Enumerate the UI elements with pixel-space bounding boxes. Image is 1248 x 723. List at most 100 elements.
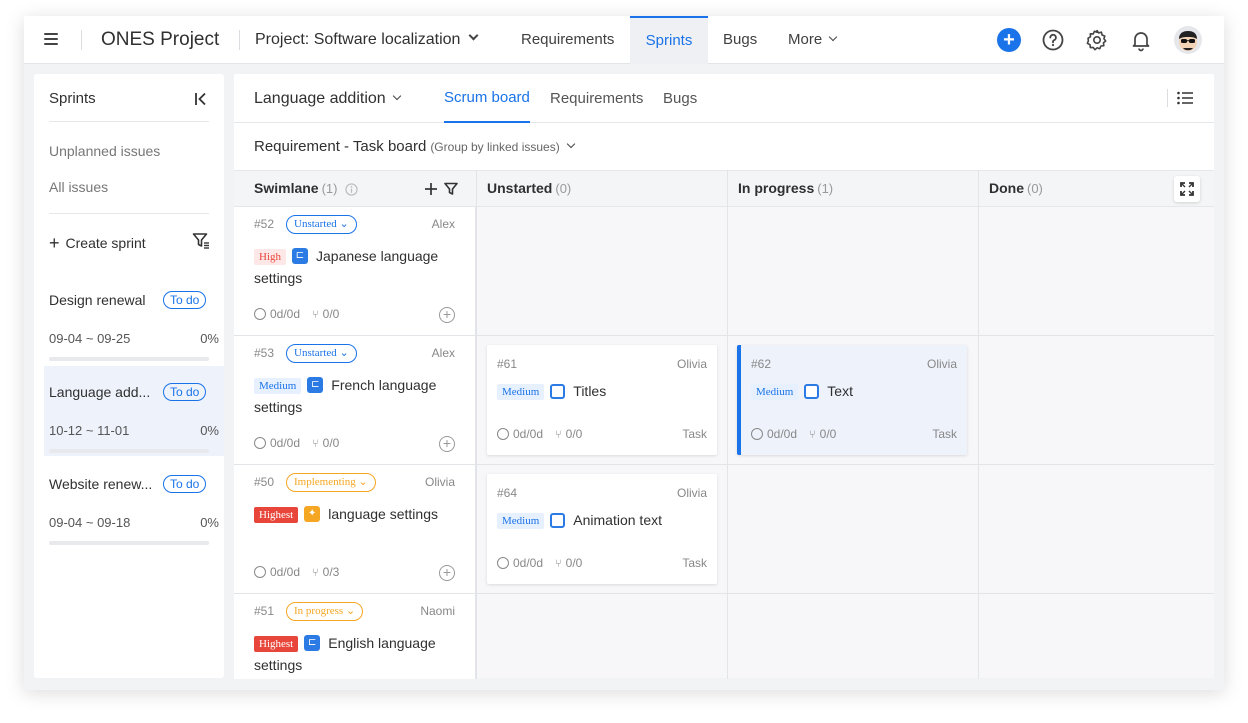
assignee: Olivia: [926, 357, 957, 371]
gear-icon[interactable]: [1085, 28, 1109, 52]
collapse-icon[interactable]: [193, 91, 209, 107]
board-title: Requirement - Task board: [254, 138, 427, 155]
column-header-unstarted: Unstarted (0): [477, 171, 727, 207]
chevron-down-icon: [392, 91, 401, 101]
project-selector[interactable]: Project: Software localization: [255, 16, 479, 64]
column-divider: [978, 171, 979, 679]
status-dropdown[interactable]: Implementing ⌄: [286, 473, 376, 492]
filter-icon[interactable]: [192, 232, 210, 250]
sprint-item-website-renewal[interactable]: Website renew... To do 09-04 ~ 09-18 0%: [44, 458, 224, 548]
time-estimate: 0d/0d: [270, 307, 301, 321]
issue-title-row[interactable]: Highest ✦ language settings: [254, 503, 459, 525]
nav-tab-more[interactable]: More: [774, 16, 850, 64]
assignee: Olivia: [424, 475, 455, 489]
clock-icon: [497, 556, 509, 569]
create-sprint-button[interactable]: + Create sprint: [49, 232, 146, 253]
swimlane-row[interactable]: #52 Unstarted ⌄ Alex High ⊏ Japanese langu…: [234, 207, 476, 335]
chevron-down-icon: ⌄: [339, 218, 349, 230]
subtask-count: 0/0: [322, 307, 340, 321]
status-dropdown[interactable]: Unstarted ⌄: [286, 215, 357, 234]
sprint-selector[interactable]: Language addition: [254, 74, 401, 123]
issue-id: #52: [254, 217, 275, 231]
column-name: Done: [989, 180, 1024, 196]
plus-icon[interactable]: [424, 182, 438, 196]
divider: [1167, 89, 1168, 107]
issue-title-row[interactable]: High ⊏ Japanese language settings: [254, 245, 459, 289]
time-estimate: 0d/0d: [513, 556, 544, 570]
subtask-count: 0/0: [819, 427, 837, 441]
sprint-item-design-renewal[interactable]: Design renewal To do 09-04 ~ 09-25 0%: [44, 274, 224, 364]
board-grouping: (Group by linked issues): [430, 140, 560, 154]
add-circle-icon[interactable]: +: [439, 565, 455, 581]
create-plus-button[interactable]: +: [997, 28, 1021, 52]
task-card[interactable]: #61 Olivia Medium Titles 0d/0d ⑂ 0/0 Task: [487, 345, 717, 455]
sprint-name: Design renewal: [49, 292, 146, 308]
subtask-icon: ⑂: [555, 558, 562, 570]
card-title: Animation text: [573, 512, 662, 528]
sprint-item-language-addition[interactable]: Language add... To do 10-12 ~ 11-01 0%: [44, 366, 224, 456]
column-header-in-progress: In progress (1): [728, 171, 978, 207]
swimlane-row[interactable]: #51 In progress ⌄ Naomi Highest ⊏ English …: [234, 594, 476, 679]
sprint-dates: 10-12 ~ 11-01: [49, 423, 130, 438]
task-icon: [550, 383, 566, 399]
status-dropdown[interactable]: In progress ⌄: [286, 602, 364, 621]
user-avatar[interactable]: [1174, 26, 1202, 54]
nav-tab-requirements[interactable]: Requirements: [507, 16, 628, 64]
status-dropdown[interactable]: Unstarted ⌄: [286, 344, 357, 363]
issue-id: #61: [497, 357, 518, 371]
priority-badge: High: [254, 249, 286, 266]
subtask-count: 0/0: [565, 556, 583, 570]
task-card-selected[interactable]: #62 Olivia Medium Text 0d/0d ⑂ 0/0 Task: [737, 345, 967, 455]
swimlane-row[interactable]: #50 Implementing ⌄ Olivia Highest ✦ langua…: [234, 465, 476, 593]
help-icon[interactable]: [1041, 28, 1065, 52]
card-title-row: Medium Animation text: [497, 512, 662, 530]
add-circle-icon[interactable]: +: [439, 307, 455, 323]
sprint-name: Website renew...: [49, 476, 153, 492]
sprint-header: Language addition Scrum board Requiremen…: [234, 74, 1214, 123]
status-label: Implementing: [294, 476, 356, 488]
add-circle-icon[interactable]: +: [439, 436, 455, 452]
board-type-selector[interactable]: Requirement - Task board (Group by linked…: [254, 138, 575, 155]
assignee: Alex: [431, 217, 455, 231]
nav-tab-sprints[interactable]: Sprints: [630, 16, 708, 64]
list-icon[interactable]: [1177, 91, 1193, 105]
card-meta: 0d/0d ⑂ 0/0: [751, 427, 836, 441]
bell-icon[interactable]: [1129, 28, 1153, 52]
sprint-progress-bar: [49, 541, 209, 545]
issue-title-row[interactable]: Highest ⊏ English language settings: [254, 632, 459, 676]
info-icon[interactable]: [345, 183, 359, 196]
task-card[interactable]: #64 Olivia Medium Animation text 0d/0d ⑂ 0/…: [487, 474, 717, 584]
subtask-icon: ⑂: [312, 309, 319, 321]
priority-badge: Medium: [497, 384, 545, 401]
sprint-progress-text: 0%: [200, 515, 219, 530]
issue-id: #50: [254, 475, 275, 489]
swimlane-row[interactable]: #53 Unstarted ⌄ Alex Medium ⊏ French langu…: [234, 336, 476, 464]
column-divider: [476, 171, 477, 679]
issue-meta: 0d/0d ⑂ 0/0: [254, 436, 339, 450]
chevron-down-icon: ⌄: [345, 605, 356, 617]
main-panel: Language addition Scrum board Requiremen…: [234, 74, 1214, 679]
nav-tab-bugs[interactable]: Bugs: [709, 16, 771, 64]
issue-meta: 0d/0d ⑂ 0/0: [254, 307, 339, 321]
column-count: (1): [817, 181, 834, 196]
subtask-icon: ⑂: [312, 438, 319, 450]
sidebar-link-unplanned[interactable]: Unplanned issues: [49, 143, 160, 159]
assignee: Olivia: [676, 357, 707, 371]
expand-icon[interactable]: [1174, 176, 1200, 202]
chevron-down-icon: [828, 32, 838, 42]
sidebar-link-all-issues[interactable]: All issues: [49, 179, 108, 195]
issue-type: Task: [682, 427, 707, 441]
tab-requirements[interactable]: Requirements: [550, 74, 643, 123]
chevron-down-icon: [566, 139, 575, 149]
tab-scrum-board[interactable]: Scrum board: [444, 74, 530, 123]
swimlane-header-actions: [424, 181, 464, 197]
sprint-progress-bar: [49, 449, 209, 453]
issue-id: #51: [254, 604, 275, 618]
column-name: Swimlane: [254, 180, 319, 196]
menu-icon[interactable]: [44, 33, 58, 45]
filter-icon[interactable]: [444, 182, 458, 196]
project-label: Project: Software localization: [255, 31, 461, 48]
time-estimate: 0d/0d: [767, 427, 798, 441]
issue-title-row[interactable]: Medium ⊏ French language settings: [254, 374, 459, 418]
tab-bugs[interactable]: Bugs: [663, 74, 697, 123]
